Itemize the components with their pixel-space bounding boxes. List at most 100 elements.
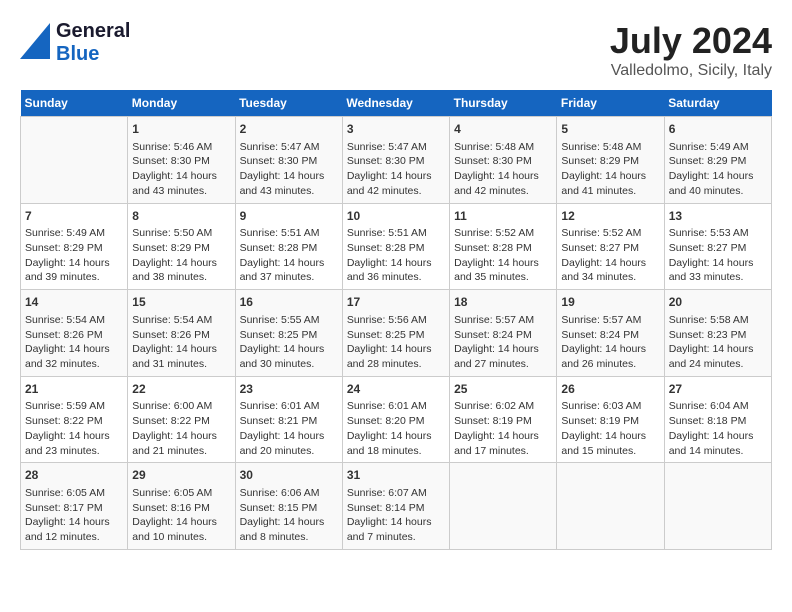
- header-thursday: Thursday: [450, 90, 557, 117]
- calendar-header-row: SundayMondayTuesdayWednesdayThursdayFrid…: [21, 90, 772, 117]
- day-number: 4: [454, 121, 552, 138]
- calendar-cell: 31 Sunrise: 6:07 AM Sunset: 8:14 PM Dayli…: [342, 463, 449, 550]
- cell-content: Sunrise: 5:57 AM Sunset: 8:24 PM Dayligh…: [561, 313, 659, 372]
- day-number: 29: [132, 467, 230, 484]
- day-number: 14: [25, 294, 123, 311]
- header-monday: Monday: [128, 90, 235, 117]
- cell-content: Sunrise: 5:52 AM Sunset: 8:27 PM Dayligh…: [561, 226, 659, 285]
- calendar-cell: 24Sunrise: 6:01 AM Sunset: 8:20 PM Dayli…: [342, 376, 449, 463]
- calendar-cell: 12Sunrise: 5:52 AM Sunset: 8:27 PM Dayli…: [557, 203, 664, 290]
- cell-content: Sunrise: 6:05 AM Sunset: 8:16 PM Dayligh…: [132, 486, 230, 545]
- day-number: 3: [347, 121, 445, 138]
- cell-content: Sunrise: 6:07 AM Sunset: 8:14 PM Dayligh…: [347, 486, 445, 545]
- calendar-cell: 11Sunrise: 5:52 AM Sunset: 8:28 PM Dayli…: [450, 203, 557, 290]
- calendar-cell: 13Sunrise: 5:53 AM Sunset: 8:27 PM Dayli…: [664, 203, 771, 290]
- cell-content: Sunrise: 6:04 AM Sunset: 8:18 PM Dayligh…: [669, 399, 767, 458]
- cell-content: Sunrise: 6:00 AM Sunset: 8:22 PM Dayligh…: [132, 399, 230, 458]
- calendar-title: July 2024: [610, 20, 772, 62]
- cell-content: Sunrise: 5:59 AM Sunset: 8:22 PM Dayligh…: [25, 399, 123, 458]
- calendar-cell: [664, 463, 771, 550]
- cell-content: Sunrise: 6:01 AM Sunset: 8:21 PM Dayligh…: [240, 399, 338, 458]
- cell-content: Sunrise: 5:48 AM Sunset: 8:30 PM Dayligh…: [454, 140, 552, 199]
- calendar-table: SundayMondayTuesdayWednesdayThursdayFrid…: [20, 90, 772, 550]
- logo-triangle-icon: [20, 23, 50, 59]
- day-number: 15: [132, 294, 230, 311]
- calendar-cell: 5 Sunrise: 5:48 AM Sunset: 8:29 PM Daylig…: [557, 117, 664, 204]
- calendar-cell: 14 Sunrise: 5:54 AM Sunset: 8:26 PM Dayli…: [21, 290, 128, 377]
- calendar-cell: 4 Sunrise: 5:48 AM Sunset: 8:30 PM Daylig…: [450, 117, 557, 204]
- cell-content: Sunrise: 5:58 AM Sunset: 8:23 PM Dayligh…: [669, 313, 767, 372]
- day-number: 23: [240, 381, 338, 398]
- calendar-cell: 15 Sunrise: 5:54 AM Sunset: 8:26 PM Dayli…: [128, 290, 235, 377]
- cell-content: Sunrise: 5:49 AM Sunset: 8:29 PM Dayligh…: [25, 226, 123, 285]
- cell-content: Sunrise: 5:48 AM Sunset: 8:29 PM Dayligh…: [561, 140, 659, 199]
- calendar-cell: 20 Sunrise: 5:58 AM Sunset: 8:23 PM Dayli…: [664, 290, 771, 377]
- cell-content: Sunrise: 5:52 AM Sunset: 8:28 PM Dayligh…: [454, 226, 552, 285]
- week-row-4: 21Sunrise: 5:59 AM Sunset: 8:22 PM Dayli…: [21, 376, 772, 463]
- day-number: 1: [132, 121, 230, 138]
- calendar-cell: 9Sunrise: 5:51 AM Sunset: 8:28 PM Daylig…: [235, 203, 342, 290]
- calendar-cell: [557, 463, 664, 550]
- logo: General Blue: [20, 20, 130, 66]
- calendar-cell: 10Sunrise: 5:51 AM Sunset: 8:28 PM Dayli…: [342, 203, 449, 290]
- day-number: 8: [132, 208, 230, 225]
- calendar-cell: 26Sunrise: 6:03 AM Sunset: 8:19 PM Dayli…: [557, 376, 664, 463]
- calendar-cell: [21, 117, 128, 204]
- cell-content: Sunrise: 5:51 AM Sunset: 8:28 PM Dayligh…: [240, 226, 338, 285]
- cell-content: Sunrise: 6:06 AM Sunset: 8:15 PM Dayligh…: [240, 486, 338, 545]
- week-row-1: 1Sunrise: 5:46 AM Sunset: 8:30 PM Daylig…: [21, 117, 772, 204]
- header-tuesday: Tuesday: [235, 90, 342, 117]
- day-number: 12: [561, 208, 659, 225]
- day-number: 20: [669, 294, 767, 311]
- day-number: 31: [347, 467, 445, 484]
- calendar-cell: 1Sunrise: 5:46 AM Sunset: 8:30 PM Daylig…: [128, 117, 235, 204]
- day-number: 24: [347, 381, 445, 398]
- calendar-cell: 28Sunrise: 6:05 AM Sunset: 8:17 PM Dayli…: [21, 463, 128, 550]
- day-number: 28: [25, 467, 123, 484]
- day-number: 25: [454, 381, 552, 398]
- day-number: 21: [25, 381, 123, 398]
- day-number: 7: [25, 208, 123, 225]
- cell-content: Sunrise: 5:55 AM Sunset: 8:25 PM Dayligh…: [240, 313, 338, 372]
- cell-content: Sunrise: 6:03 AM Sunset: 8:19 PM Dayligh…: [561, 399, 659, 458]
- cell-content: Sunrise: 5:54 AM Sunset: 8:26 PM Dayligh…: [132, 313, 230, 372]
- cell-content: Sunrise: 5:47 AM Sunset: 8:30 PM Dayligh…: [240, 140, 338, 199]
- calendar-cell: 21Sunrise: 5:59 AM Sunset: 8:22 PM Dayli…: [21, 376, 128, 463]
- calendar-cell: 7Sunrise: 5:49 AM Sunset: 8:29 PM Daylig…: [21, 203, 128, 290]
- day-number: 17: [347, 294, 445, 311]
- header-sunday: Sunday: [21, 90, 128, 117]
- cell-content: Sunrise: 5:53 AM Sunset: 8:27 PM Dayligh…: [669, 226, 767, 285]
- cell-content: Sunrise: 6:02 AM Sunset: 8:19 PM Dayligh…: [454, 399, 552, 458]
- day-number: 10: [347, 208, 445, 225]
- day-number: 11: [454, 208, 552, 225]
- cell-content: Sunrise: 5:56 AM Sunset: 8:25 PM Dayligh…: [347, 313, 445, 372]
- day-number: 5: [561, 121, 659, 138]
- title-block: July 2024 Valledolmo, Sicily, Italy: [610, 20, 772, 80]
- day-number: 16: [240, 294, 338, 311]
- week-row-3: 14 Sunrise: 5:54 AM Sunset: 8:26 PM Dayli…: [21, 290, 772, 377]
- calendar-cell: 17 Sunrise: 5:56 AM Sunset: 8:25 PM Dayli…: [342, 290, 449, 377]
- calendar-cell: 29 Sunrise: 6:05 AM Sunset: 8:16 PM Dayli…: [128, 463, 235, 550]
- calendar-cell: 2 Sunrise: 5:47 AM Sunset: 8:30 PM Daylig…: [235, 117, 342, 204]
- page-header: General Blue July 2024 Valledolmo, Sicil…: [20, 20, 772, 80]
- calendar-cell: 18 Sunrise: 5:57 AM Sunset: 8:24 PM Dayli…: [450, 290, 557, 377]
- calendar-cell: 16 Sunrise: 5:55 AM Sunset: 8:25 PM Dayli…: [235, 290, 342, 377]
- day-number: 27: [669, 381, 767, 398]
- calendar-cell: 6Sunrise: 5:49 AM Sunset: 8:29 PM Daylig…: [664, 117, 771, 204]
- cell-content: Sunrise: 5:47 AM Sunset: 8:30 PM Dayligh…: [347, 140, 445, 199]
- week-row-2: 7Sunrise: 5:49 AM Sunset: 8:29 PM Daylig…: [21, 203, 772, 290]
- day-number: 19: [561, 294, 659, 311]
- calendar-cell: 22Sunrise: 6:00 AM Sunset: 8:22 PM Dayli…: [128, 376, 235, 463]
- cell-content: Sunrise: 5:54 AM Sunset: 8:26 PM Dayligh…: [25, 313, 123, 372]
- day-number: 13: [669, 208, 767, 225]
- day-number: 18: [454, 294, 552, 311]
- cell-content: Sunrise: 5:51 AM Sunset: 8:28 PM Dayligh…: [347, 226, 445, 285]
- header-friday: Friday: [557, 90, 664, 117]
- calendar-cell: 30Sunrise: 6:06 AM Sunset: 8:15 PM Dayli…: [235, 463, 342, 550]
- day-number: 2: [240, 121, 338, 138]
- day-number: 9: [240, 208, 338, 225]
- cell-content: Sunrise: 5:49 AM Sunset: 8:29 PM Dayligh…: [669, 140, 767, 199]
- calendar-cell: 8Sunrise: 5:50 AM Sunset: 8:29 PM Daylig…: [128, 203, 235, 290]
- calendar-cell: [450, 463, 557, 550]
- cell-content: Sunrise: 5:57 AM Sunset: 8:24 PM Dayligh…: [454, 313, 552, 372]
